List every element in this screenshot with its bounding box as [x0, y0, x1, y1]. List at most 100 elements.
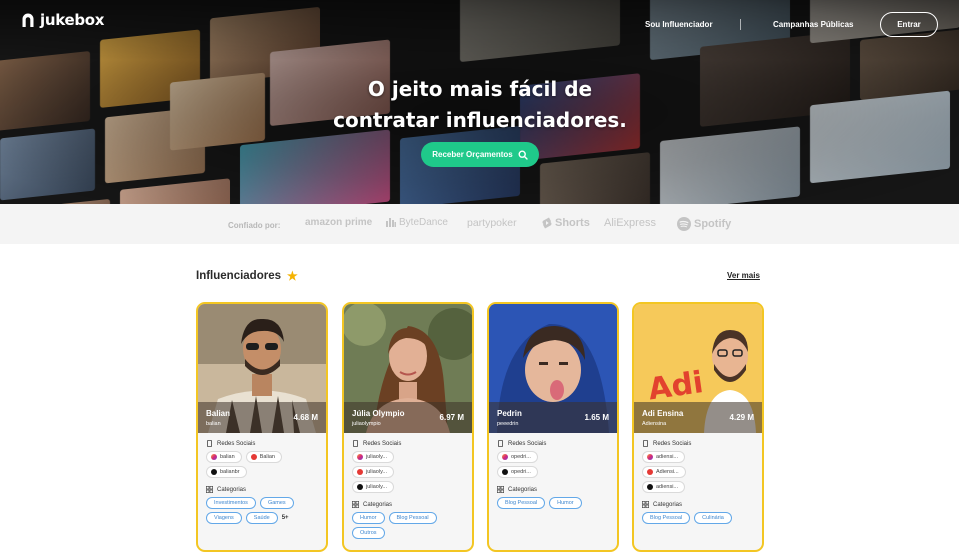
- more-categories-count[interactable]: 5+: [282, 512, 289, 524]
- phone-icon: [353, 440, 358, 447]
- card-details: Redes Sociais opedri... opedri... Catego…: [489, 433, 617, 509]
- login-button[interactable]: Entrar: [880, 12, 938, 37]
- categories-heading-text: Categorias: [508, 486, 538, 493]
- brand-logo-aliexpress: AliExpress: [604, 217, 656, 229]
- social-chip-youtube[interactable]: Adiensi...: [642, 466, 686, 478]
- categories-heading: Categorias: [497, 486, 609, 493]
- socials-heading: Redes Sociais: [642, 440, 754, 447]
- category-tags: Blog Pessoal Humor: [497, 497, 609, 509]
- category-tag[interactable]: Games: [259, 497, 294, 509]
- brand-logo-partypoker: partypoker: [467, 217, 517, 229]
- phone-icon: [498, 440, 503, 447]
- social-chip-label: balianbr: [220, 469, 240, 475]
- social-chip-youtube[interactable]: juliaoly...: [352, 466, 394, 478]
- socials-heading-text: Redes Sociais: [363, 440, 402, 447]
- star-icon: ★: [287, 269, 298, 283]
- hero-top-gradient: [0, 0, 959, 60]
- follower-count: 4.68 M: [293, 413, 318, 422]
- social-chip-label: juliaoly...: [366, 469, 387, 475]
- social-chips: adiensi... Adiensi... adiensi...: [642, 451, 754, 493]
- social-chip-label: Adiensi...: [656, 469, 679, 475]
- category-tag[interactable]: Blog Pessoal: [642, 512, 691, 524]
- youtube-icon: [647, 469, 653, 475]
- category-tag[interactable]: Humor: [549, 497, 582, 509]
- social-chip-tiktok[interactable]: opedri...: [497, 466, 538, 478]
- category-tag[interactable]: Humor: [352, 512, 385, 524]
- category-tag[interactable]: Blog Pessoal: [388, 512, 437, 524]
- socials-heading-text: Redes Sociais: [508, 440, 547, 447]
- jukebox-logo-icon: [22, 13, 34, 27]
- nav-link-campaigns[interactable]: Campanhas Públicas: [773, 20, 853, 29]
- card-details: Redes Sociais balian Balian balianbr Cat…: [198, 433, 326, 524]
- see-more-link[interactable]: Ver mais: [727, 271, 760, 280]
- grid-icon: [352, 501, 359, 508]
- categories-heading-text: Categorias: [217, 486, 247, 493]
- influencer-photo: Pedrin peeedrin 1.65 M: [489, 304, 617, 433]
- category-tag[interactable]: Viagens: [206, 512, 242, 524]
- influencer-handle: juliaolympio: [352, 421, 381, 427]
- social-chip-label: opedri...: [511, 469, 531, 475]
- social-chip-instagram[interactable]: adiensi...: [642, 451, 686, 463]
- social-chips: opedri... opedri...: [497, 451, 609, 478]
- influencer-name: Balian: [206, 409, 231, 418]
- socials-heading: Redes Sociais: [352, 440, 464, 447]
- tiktok-icon: [211, 469, 217, 475]
- hero-headline-line2: contratar influenciadores.: [333, 108, 627, 132]
- social-chip-tiktok[interactable]: adiensi...: [642, 481, 686, 493]
- influencer-card-balian[interactable]: Balian balian 4.68 M Redes Sociais balia…: [196, 302, 328, 552]
- social-chip-tiktok[interactable]: balianbr: [206, 466, 247, 478]
- social-chip-youtube[interactable]: Balian: [245, 451, 282, 463]
- influencer-card-julia-olympio[interactable]: Júlia Olympio juliaolympio 6.97 M Redes …: [342, 302, 474, 552]
- social-chip-instagram[interactable]: opedri...: [497, 451, 538, 463]
- instagram-icon: [357, 454, 363, 460]
- social-chip-instagram[interactable]: balian: [206, 451, 242, 463]
- social-chip-tiktok[interactable]: juliaoly...: [352, 481, 394, 493]
- youtube-icon: [250, 454, 257, 460]
- section-title-text: Influenciadores: [196, 270, 281, 282]
- categories-heading: Categorias: [206, 486, 318, 493]
- social-chip-label: adiensi...: [656, 484, 679, 490]
- social-chip-label: opedri...: [511, 454, 531, 460]
- grid-icon: [206, 486, 213, 493]
- bytedance-text: ByteDance: [399, 217, 448, 228]
- socials-heading-text: Redes Sociais: [653, 440, 692, 447]
- shorts-text: Shorts: [555, 217, 590, 229]
- follower-count: 6.97 M: [439, 413, 464, 422]
- influencer-card-adi-ensina[interactable]: Adi Adi Ensina Adiensina 4.29 M Redes So…: [632, 302, 764, 552]
- tiktok-icon: [647, 484, 653, 490]
- tiktok-icon: [502, 469, 508, 475]
- jukebox-logo[interactable]: jukebox: [21, 11, 104, 29]
- socials-heading: Redes Sociais: [497, 440, 609, 447]
- brand-logo-spotify: Spotify: [677, 217, 731, 231]
- social-chip-label: Balian: [259, 454, 275, 460]
- spotify-text: Spotify: [694, 218, 732, 230]
- brand-logo-bytedance: ByteDance: [386, 217, 448, 228]
- brand-name: jukebox: [40, 11, 105, 29]
- trusted-by-bar: Confiado por: amazon prime ByteDance par…: [0, 204, 959, 244]
- follower-count: 1.65 M: [584, 413, 609, 422]
- brand-logo-shorts: Shorts: [542, 217, 590, 229]
- influencer-name: Adi Ensina: [642, 409, 684, 418]
- request-quotes-button[interactable]: Receber Orçamentos: [421, 142, 539, 167]
- trusted-by-label: Confiado por:: [228, 221, 281, 230]
- category-tag[interactable]: Culinária: [694, 512, 732, 524]
- social-chip-label: juliaoly...: [366, 484, 387, 490]
- category-tag[interactable]: Saúde: [245, 512, 278, 524]
- social-chip-label: balian: [220, 454, 235, 460]
- hero-headline: O jeito mais fácil de contratar influenc…: [280, 74, 680, 136]
- follower-count: 4.29 M: [729, 413, 754, 422]
- category-tag[interactable]: Blog Pessoal: [497, 497, 546, 509]
- category-tag[interactable]: Outros: [352, 527, 385, 539]
- categories-heading-text: Categorias: [653, 501, 683, 508]
- cta-label: Receber Orçamentos: [432, 150, 513, 159]
- influencer-card-pedrin[interactable]: Pedrin peeedrin 1.65 M Redes Sociais ope…: [487, 302, 619, 552]
- social-chip-instagram[interactable]: juliaoly...: [352, 451, 394, 463]
- influencer-name: Júlia Olympio: [352, 409, 405, 418]
- tiktok-icon: [357, 484, 363, 490]
- instagram-icon: [211, 454, 217, 460]
- spotify-icon: [677, 217, 691, 231]
- nav-link-influencer[interactable]: Sou Influenciador: [645, 20, 713, 29]
- categories-heading: Categorias: [352, 501, 464, 508]
- category-tag[interactable]: Investimentos: [206, 497, 256, 509]
- social-chip-label: juliaoly...: [366, 454, 387, 460]
